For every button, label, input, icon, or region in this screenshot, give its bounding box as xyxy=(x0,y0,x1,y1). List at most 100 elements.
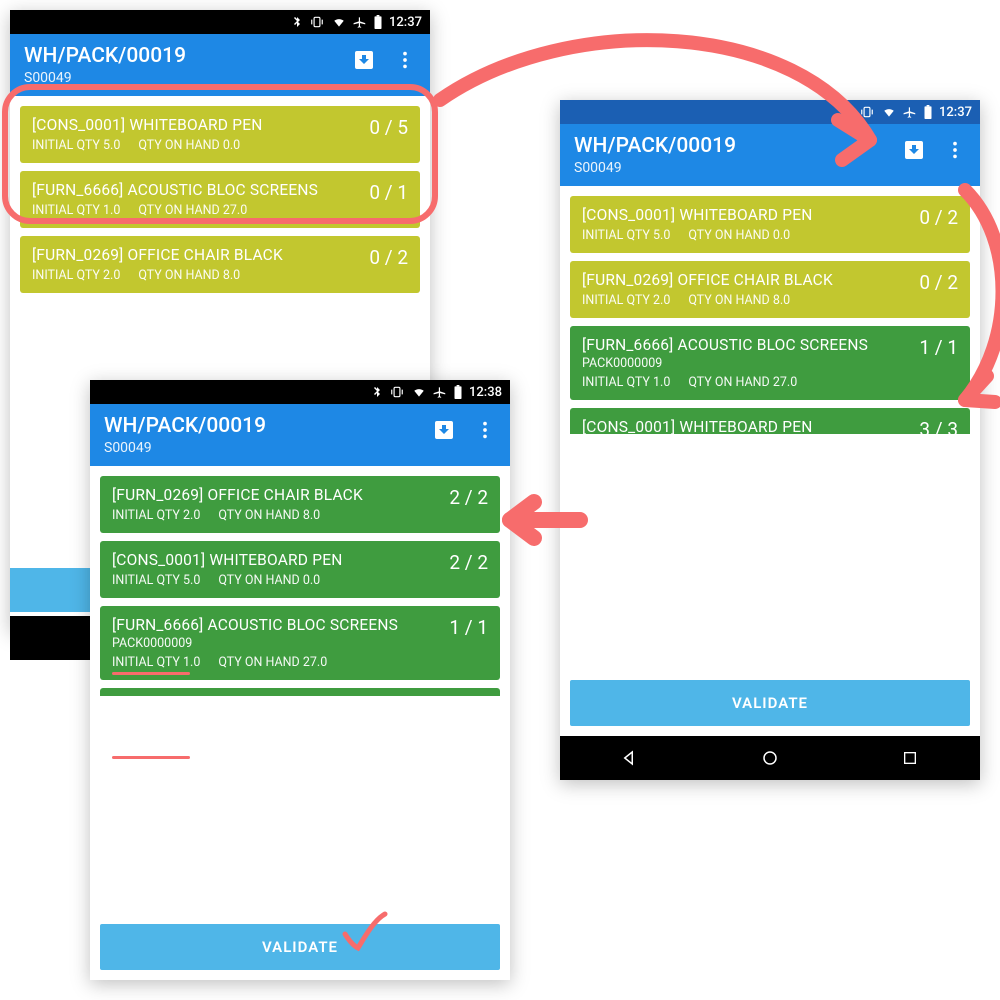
status-bar: 12:38 xyxy=(90,380,510,404)
product-name: [FURN_6666] ACOUSTIC BLOC SCREENS xyxy=(32,181,361,199)
package-label: PACK0000009 xyxy=(582,356,911,371)
qty-done-count: 0 / 1 xyxy=(361,181,408,204)
qty-on-hand: QTY ON HAND 27.0 xyxy=(688,375,797,390)
validate-button[interactable] xyxy=(10,568,90,612)
product-row[interactable]: [FURN_6666] ACOUSTIC BLOC SCREENS PACK000… xyxy=(100,606,500,680)
initial-qty: INITIAL QTY 2.0 xyxy=(112,508,200,523)
phone-screen-3: 12:38 WH/PACK/00019 S00049 [FURN_0269] O… xyxy=(90,380,510,980)
page-subtitle: S00049 xyxy=(104,440,432,456)
recents-button[interactable] xyxy=(895,743,925,773)
battery-icon xyxy=(373,15,383,29)
qty-on-hand: QTY ON HAND 8.0 xyxy=(688,293,790,308)
qty-on-hand: QTY ON HAND 8.0 xyxy=(218,508,320,523)
initial-qty: INITIAL QTY 1.0 xyxy=(112,655,200,670)
initial-qty: INITIAL QTY 1.0 xyxy=(582,375,670,390)
initial-qty: INITIAL QTY 1.0 xyxy=(32,203,120,218)
app-bar: WH/PACK/00019 S00049 xyxy=(560,124,980,186)
page-subtitle: S00049 xyxy=(574,160,902,176)
product-name: [CONS_0001] WHITEBOARD PEN xyxy=(582,206,911,224)
overflow-menu-button[interactable] xyxy=(394,49,416,71)
qty-done-count: 3 / 3 xyxy=(911,418,958,434)
product-name: [FURN_6666] ACOUSTIC BLOC SCREENS xyxy=(112,616,441,634)
battery-icon xyxy=(923,105,933,119)
qty-on-hand: QTY ON HAND 27.0 xyxy=(218,655,327,670)
annotation-underline xyxy=(112,672,190,675)
product-name: [FURN_6666] ACOUSTIC BLOC SCREENS xyxy=(582,336,911,354)
qty-on-hand: QTY ON HAND 8.0 xyxy=(138,268,240,283)
phone-screen-2: 12:37 WH/PACK/00019 S00049 [CONS_0001] W… xyxy=(560,100,980,780)
product-row[interactable]: [FURN_0269] OFFICE CHAIR BLACK INITIAL QT… xyxy=(20,236,420,293)
vibrate-icon xyxy=(859,105,875,119)
qty-on-hand: QTY ON HAND 0.0 xyxy=(138,138,240,153)
validate-button[interactable]: VALIDATE xyxy=(100,924,500,970)
put-in-pack-button[interactable] xyxy=(902,138,926,162)
product-row[interactable]: [CONS_0001] WHITEBOARD PENPACK0000009INI… xyxy=(570,408,970,434)
initial-qty: INITIAL QTY 2.0 xyxy=(582,293,670,308)
airplane-icon xyxy=(353,15,367,29)
annotation-underline xyxy=(112,756,190,759)
page-title: WH/PACK/00019 xyxy=(574,134,902,158)
page-title: WH/PACK/00019 xyxy=(104,414,432,438)
status-time: 12:37 xyxy=(389,15,422,30)
initial-qty: INITIAL QTY 5.0 xyxy=(582,228,670,243)
status-time: 12:38 xyxy=(469,385,502,400)
page-title: WH/PACK/00019 xyxy=(24,44,352,68)
home-button[interactable] xyxy=(755,743,785,773)
android-nav-bar xyxy=(560,736,980,780)
status-bar: 12:37 xyxy=(10,10,430,34)
qty-on-hand: QTY ON HAND 27.0 xyxy=(138,203,247,218)
battery-icon xyxy=(453,385,463,399)
airplane-icon xyxy=(903,105,917,119)
product-name: [CONS_0001] WHITEBOARD PEN xyxy=(582,418,911,434)
wifi-icon xyxy=(881,105,897,119)
wifi-icon xyxy=(411,385,427,399)
airplane-icon xyxy=(433,385,447,399)
page-subtitle: S00049 xyxy=(24,70,352,86)
product-row[interactable]: [FURN_6666] ACOUSTIC BLOC SCREENS INITIAL… xyxy=(20,171,420,228)
overflow-menu-button[interactable] xyxy=(944,139,966,161)
bluetooth-icon xyxy=(841,105,853,119)
product-row[interactable]: [FURN_0269] OFFICE CHAIR BLACK INITIAL QT… xyxy=(570,261,970,318)
qty-done-count: 0 / 2 xyxy=(361,246,408,269)
overflow-menu-button[interactable] xyxy=(474,419,496,441)
back-button[interactable] xyxy=(615,743,645,773)
product-name: [FURN_0269] OFFICE CHAIR BLACK xyxy=(582,271,911,289)
qty-done-count: 2 / 2 xyxy=(441,551,488,574)
vibrate-icon xyxy=(389,385,405,399)
initial-qty: INITIAL QTY 5.0 xyxy=(32,138,120,153)
qty-done-count: 0 / 2 xyxy=(911,271,958,294)
status-time: 12:37 xyxy=(939,105,972,120)
qty-on-hand: QTY ON HAND 0.0 xyxy=(218,573,320,588)
product-name: [CONS_0001] WHITEBOARD PEN xyxy=(32,116,361,134)
bluetooth-icon xyxy=(371,385,383,399)
qty-done-count: 0 / 2 xyxy=(911,206,958,229)
wifi-icon xyxy=(331,15,347,29)
product-row[interactable]: [FURN_6666] ACOUSTIC BLOC SCREENS PACK000… xyxy=(570,326,970,400)
android-nav-bar xyxy=(10,616,90,660)
vibrate-icon xyxy=(309,15,325,29)
product-row[interactable]: [CONS_0001] WHITEBOARD PEN INITIAL QTY 5.… xyxy=(570,196,970,253)
app-bar: WH/PACK/00019 S00049 xyxy=(90,404,510,466)
item-list: [FURN_0269] OFFICE CHAIR BLACK INITIAL QT… xyxy=(90,466,510,696)
validate-button[interactable]: VALIDATE xyxy=(570,680,970,726)
product-name: [FURN_0269] OFFICE CHAIR BLACK xyxy=(32,246,361,264)
item-list: [CONS_0001] WHITEBOARD PEN INITIAL QTY 5.… xyxy=(560,186,980,434)
initial-qty: INITIAL QTY 5.0 xyxy=(112,573,200,588)
product-row[interactable]: [CONS_0001] WHITEBOARD PENPACK0000009INI… xyxy=(100,688,500,696)
put-in-pack-button[interactable] xyxy=(432,418,456,442)
qty-done-count: 1 / 1 xyxy=(441,616,488,639)
put-in-pack-button[interactable] xyxy=(352,48,376,72)
product-row[interactable]: [CONS_0001] WHITEBOARD PEN INITIAL QTY 5.… xyxy=(20,106,420,163)
qty-done-count: 2 / 2 xyxy=(441,486,488,509)
product-row[interactable]: [FURN_0269] OFFICE CHAIR BLACK INITIAL QT… xyxy=(100,476,500,533)
initial-qty: INITIAL QTY 2.0 xyxy=(32,268,120,283)
status-bar: 12:37 xyxy=(560,100,980,124)
product-row[interactable]: [CONS_0001] WHITEBOARD PEN INITIAL QTY 5.… xyxy=(100,541,500,598)
qty-on-hand: QTY ON HAND 0.0 xyxy=(688,228,790,243)
qty-done-count: 0 / 5 xyxy=(361,116,408,139)
package-label: PACK0000009 xyxy=(112,636,441,651)
qty-done-count: 1 / 1 xyxy=(911,336,958,359)
product-name: [CONS_0001] WHITEBOARD PEN xyxy=(112,551,441,569)
product-name: [FURN_0269] OFFICE CHAIR BLACK xyxy=(112,486,441,504)
bluetooth-icon xyxy=(291,15,303,29)
